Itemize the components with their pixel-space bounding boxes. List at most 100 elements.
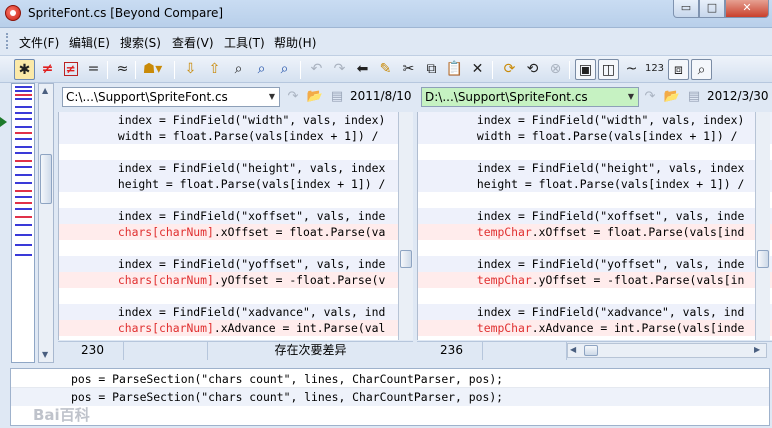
line-compare-pane[interactable]: pos = ParseSection("chars count", lines,… (10, 368, 770, 426)
code-line[interactable]: index = FindField("xadvance", vals, ind (418, 304, 772, 320)
code-line[interactable]: height = float.Parse(vals[index + 1]) / (418, 176, 772, 192)
code-line[interactable]: index = FindField("xoffset", vals, inde (59, 208, 413, 224)
menu-help[interactable]: 帮助(H) (274, 34, 316, 51)
diff-code-line[interactable]: chars[charNum].xOffset = float.Parse(va (59, 224, 413, 240)
menu-edit[interactable]: 编辑(E) (69, 34, 110, 51)
left-history-icon[interactable]: ↷ (284, 88, 302, 106)
show-diffs-context-icon[interactable]: ≠ (60, 59, 81, 80)
code-line[interactable]: width = float.Parse(vals[index + 1]) / (418, 128, 772, 144)
show-diffs-icon[interactable]: ≠ (37, 59, 58, 80)
diff-code-line[interactable]: chars[charNum].xAdvance = int.Parse(val (59, 320, 413, 336)
code-line[interactable] (418, 240, 772, 256)
minor-diffs-icon[interactable]: ≈ (112, 59, 133, 80)
scroll-up-arrow-icon[interactable]: ▲ (42, 86, 48, 95)
right-code-view[interactable]: index = FindField("width", vals, index) … (417, 112, 772, 340)
maximize-button[interactable]: □ (699, 0, 725, 18)
scroll-left-arrow-icon[interactable]: ◀ (570, 345, 576, 354)
menu-grip[interactable] (6, 33, 10, 49)
code-line[interactable] (59, 192, 413, 208)
line-numbers-icon[interactable]: 123 (644, 59, 665, 80)
edit-icon[interactable]: ✎ (375, 59, 396, 80)
undo-icon[interactable]: ↶ (306, 59, 327, 80)
right-scroll-thumb[interactable] (757, 250, 769, 268)
right-open-folder-icon[interactable]: 📂 (663, 88, 681, 106)
right-save-icon[interactable]: ▤ (685, 88, 703, 106)
left-scroll-thumb[interactable] (400, 250, 412, 268)
right-path-text: D:\...\Support\SpriteFont.cs (425, 90, 588, 104)
minimize-button[interactable]: ▭ (673, 0, 699, 18)
overview-block (15, 234, 32, 236)
right-path-dropdown-icon[interactable]: ▼ (624, 88, 638, 106)
code-line[interactable]: width = float.Parse(vals[index + 1]) / (59, 128, 413, 144)
right-history-icon[interactable]: ↷ (641, 88, 659, 106)
code-line[interactable] (59, 144, 413, 160)
code-line[interactable] (59, 240, 413, 256)
menu-file[interactable]: 文件(F) (19, 34, 59, 51)
scroll-right-arrow-icon[interactable]: ▶ (754, 345, 760, 354)
changed-token: chars[charNum] (117, 321, 214, 335)
whitespace-icon[interactable]: ~ (621, 59, 642, 80)
menu-tools[interactable]: 工具(T) (224, 34, 265, 51)
find-icon[interactable]: ⌕ (228, 59, 249, 80)
left-path-dropdown-icon[interactable]: ▼ (265, 88, 279, 106)
prev-diff-icon[interactable]: ⇧ (204, 59, 225, 80)
overview-diff (15, 94, 32, 96)
title-bar: SpriteFont.cs [Beyond Compare] ▭ □ ✕ (0, 0, 772, 28)
diff-code-line[interactable]: tempChar.yOffset = -float.Parse(vals[in (418, 272, 772, 288)
left-path-input[interactable]: C:\...\Support\SpriteFont.cs ▼ (62, 87, 280, 107)
close-button[interactable]: ✕ (725, 0, 769, 18)
diff-code-line[interactable]: tempChar.xAdvance = int.Parse(vals[inde (418, 320, 772, 336)
swap-sides-icon[interactable]: ⟳ (499, 59, 520, 80)
code-line[interactable]: index = FindField("height", vals, index (418, 160, 772, 176)
left-code-view[interactable]: index = FindField("width", vals, index) … (58, 112, 413, 340)
find-prev-icon[interactable]: ⌕ (274, 59, 295, 80)
columns-icon[interactable]: ◫ (598, 59, 619, 80)
horizontal-scroll-thumb[interactable] (584, 345, 598, 356)
copy-to-left-icon[interactable]: ⬅ (352, 59, 373, 80)
code-line[interactable]: index = FindField("xoffset", vals, inde (418, 208, 772, 224)
code-line[interactable]: index = FindField("yoffset", vals, inde (59, 256, 413, 272)
toolbar-separator (492, 61, 493, 79)
left-pane-scrollbar[interactable] (398, 112, 413, 340)
diff-code-line[interactable]: chars[charNum].yOffset = -float.Parse(v (59, 272, 413, 288)
code-line[interactable]: index = FindField("width", vals, index) (59, 112, 413, 128)
code-line[interactable]: index = FindField("height", vals, index (59, 160, 413, 176)
split-icon[interactable]: ⧈ (668, 59, 689, 80)
rules-icon[interactable]: ☗▾ (142, 59, 163, 80)
refresh-icon[interactable]: ⟲ (522, 59, 543, 80)
cut-icon[interactable]: ✂ (398, 59, 419, 80)
menu-search[interactable]: 搜索(S) (120, 34, 161, 51)
code-line[interactable]: index = FindField("xadvance", vals, ind (59, 304, 413, 320)
code-line[interactable]: index = FindField("yoffset", vals, inde (418, 256, 772, 272)
diff-code-line[interactable]: tempChar.xOffset = float.Parse(vals[ind (418, 224, 772, 240)
scroll-down-arrow-icon[interactable]: ▼ (42, 350, 48, 359)
right-horizontal-scrollbar[interactable]: ◀ ▶ (567, 343, 767, 358)
stop-icon[interactable]: ⊗ (545, 59, 566, 80)
redo-icon[interactable]: ↷ (329, 59, 350, 80)
menu-view[interactable]: 查看(V) (172, 34, 214, 51)
code-line[interactable] (418, 288, 772, 304)
code-line[interactable] (59, 288, 413, 304)
code-line[interactable] (418, 192, 772, 208)
overview-diff (15, 202, 32, 204)
show-all-icon[interactable]: ✱ (14, 59, 35, 80)
right-path-input[interactable]: D:\...\Support\SpriteFont.cs ▼ (421, 87, 639, 107)
overview-scrollbar[interactable]: ▲ ▼ (38, 83, 54, 363)
scroll-thumb[interactable] (40, 154, 52, 204)
code-line[interactable]: height = float.Parse(vals[index + 1]) / (59, 176, 413, 192)
find-next-icon[interactable]: ⌕ (251, 59, 272, 80)
diff-overview-strip[interactable] (11, 83, 35, 363)
show-same-icon[interactable]: = (83, 59, 104, 80)
left-open-folder-icon[interactable]: 📂 (306, 88, 324, 106)
next-diff-icon[interactable]: ⇩ (180, 59, 201, 80)
code-line[interactable]: index = FindField("width", vals, index) (418, 112, 772, 128)
overview-block (15, 112, 32, 114)
paste-icon[interactable]: 📋 (444, 59, 465, 80)
layout-icon[interactable]: ▣ (575, 59, 596, 80)
delete-icon[interactable]: ✕ (467, 59, 488, 80)
right-pane-scrollbar[interactable] (755, 112, 770, 340)
code-line[interactable] (418, 144, 772, 160)
copy-icon[interactable]: ⧉ (421, 59, 442, 80)
left-save-icon[interactable]: ▤ (328, 88, 346, 106)
zoom-icon[interactable]: ⌕ (691, 59, 712, 80)
